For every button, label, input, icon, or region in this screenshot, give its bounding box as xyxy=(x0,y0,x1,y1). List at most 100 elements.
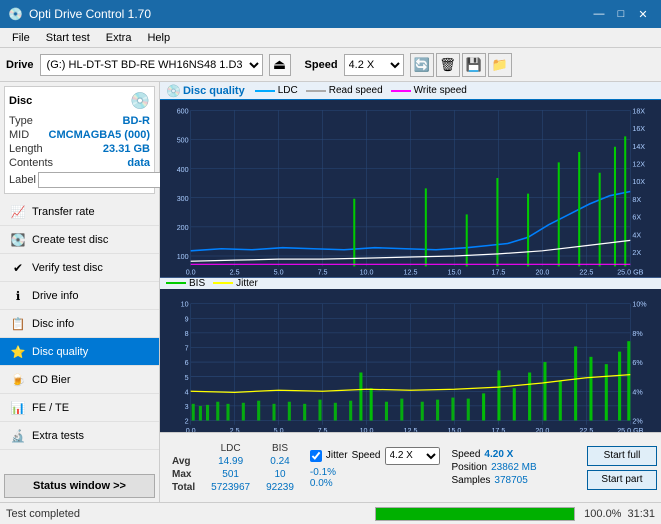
svg-text:8X: 8X xyxy=(632,195,641,204)
avg-jitter-val: -0.1% xyxy=(310,467,336,478)
sidebar-item-disc-quality[interactable]: ⭐ Disc quality xyxy=(0,338,159,366)
svg-text:0.0: 0.0 xyxy=(186,268,196,277)
stats-total-ldc: 5723967 xyxy=(203,481,258,494)
svg-text:100: 100 xyxy=(177,252,189,261)
chart-legend: LDC Read speed Write speed xyxy=(255,85,467,96)
svg-text:2X: 2X xyxy=(632,248,641,257)
menu-start-test[interactable]: Start test xyxy=(38,28,98,48)
legend-read-speed-label: Read speed xyxy=(329,85,383,96)
svg-text:6: 6 xyxy=(185,358,189,367)
legend-write-speed-label: Write speed xyxy=(414,85,467,96)
sidebar-item-fe-te[interactable]: 📊 FE / TE xyxy=(0,394,159,422)
svg-text:17.5: 17.5 xyxy=(491,268,505,277)
legend-ldc-label: LDC xyxy=(278,85,298,96)
speed-dropdown[interactable]: 4.2 X xyxy=(385,447,440,465)
svg-text:20.0: 20.0 xyxy=(535,268,549,277)
svg-text:10X: 10X xyxy=(632,177,645,186)
svg-text:0.0: 0.0 xyxy=(186,426,196,432)
close-button[interactable]: ✕ xyxy=(633,5,653,23)
refresh-icon[interactable]: 🔄 xyxy=(410,53,434,77)
extra-tests-label: Extra tests xyxy=(32,430,84,442)
legend-bis-label: BIS xyxy=(189,278,205,289)
svg-text:22.5: 22.5 xyxy=(579,268,593,277)
maximize-button[interactable]: □ xyxy=(611,5,631,23)
jitter-checkbox[interactable] xyxy=(310,450,322,462)
sidebar: Disc 💿 Type BD-R MID CMCMAGBA5 (000) Len… xyxy=(0,82,160,502)
disc-info-icon: 📋 xyxy=(10,317,26,331)
speed-stat-label: Speed xyxy=(452,449,481,460)
svg-text:10: 10 xyxy=(181,299,189,308)
svg-text:2: 2 xyxy=(185,416,189,425)
samples-val: 378705 xyxy=(494,475,527,486)
stats-avg-bis: 0.24 xyxy=(258,455,302,468)
stats-max-bis: 10 xyxy=(258,468,302,481)
svg-text:500: 500 xyxy=(177,136,189,145)
legend-write-speed-color xyxy=(391,90,411,92)
bottom-chart-header: BIS Jitter xyxy=(160,278,661,289)
svg-text:300: 300 xyxy=(177,194,189,203)
app-title: Opti Drive Control 1.70 xyxy=(29,7,151,21)
drive-info-label: Drive info xyxy=(32,290,78,302)
svg-text:2.5: 2.5 xyxy=(230,426,240,432)
cd-bier-label: CD Bier xyxy=(32,374,71,386)
chart-header: 💿 Disc quality LDC Read speed Write spee… xyxy=(160,82,661,100)
svg-text:16X: 16X xyxy=(632,124,645,133)
toolbar-icons: 🔄 🗑 💾 📁 xyxy=(410,53,512,77)
start-full-button[interactable]: Start full xyxy=(587,446,657,466)
titlebar-controls: — □ ✕ xyxy=(589,5,653,23)
bottom-chart-svg: 10 9 8 7 6 5 4 3 2 10% 8% 6% 4% 2% xyxy=(160,289,661,432)
action-buttons: Start full Start part xyxy=(587,446,657,490)
disc-quality-label: Disc quality xyxy=(32,346,88,358)
menu-help[interactable]: Help xyxy=(139,28,178,48)
disc-contents-row: Contents data xyxy=(9,157,150,169)
sidebar-item-disc-info[interactable]: 📋 Disc info xyxy=(0,310,159,338)
disc-label-key: Label xyxy=(9,174,36,186)
disc-info-label: Disc info xyxy=(32,318,74,330)
legend-ldc-color xyxy=(255,90,275,92)
eject-icon[interactable]: ⏏ xyxy=(269,54,291,76)
start-part-button[interactable]: Start part xyxy=(587,470,657,490)
svg-text:5.0: 5.0 xyxy=(274,426,284,432)
menubar: File Start test Extra Help xyxy=(0,28,661,48)
disc-label-input[interactable] xyxy=(38,172,176,188)
legend-bis-color xyxy=(166,282,186,284)
stats-max-row: Max 501 10 xyxy=(164,468,302,481)
speed-label-stat: Speed xyxy=(352,450,381,461)
speed-select[interactable]: 4.2 X xyxy=(344,54,404,76)
sidebar-item-drive-info[interactable]: ℹ Drive info xyxy=(0,282,159,310)
menu-extra[interactable]: Extra xyxy=(98,28,140,48)
erase-icon[interactable]: 🗑 xyxy=(436,53,460,77)
sidebar-item-extra-tests[interactable]: 🔬 Extra tests xyxy=(0,422,159,450)
stats-header-row: LDC BIS xyxy=(164,442,302,455)
legend-read-speed-color xyxy=(306,90,326,92)
fe-te-label: FE / TE xyxy=(32,402,69,414)
chart-icon: 💿 xyxy=(166,84,181,98)
samples-row: Samples 378705 xyxy=(452,475,537,486)
charts-svg-area: 600 500 400 300 200 100 18X 16X 14X 12X … xyxy=(160,100,661,432)
sidebar-item-cd-bier[interactable]: 🍺 CD Bier xyxy=(0,366,159,394)
stats-max-jitter-row: 0.0% xyxy=(310,478,440,489)
status-window-button[interactable]: Status window >> xyxy=(4,474,155,498)
sidebar-item-transfer-rate[interactable]: 📈 Transfer rate xyxy=(0,198,159,226)
write-icon[interactable]: 💾 xyxy=(462,53,486,77)
content-area: 💿 Disc quality LDC Read speed Write spee… xyxy=(160,82,661,502)
stats-avg-row: Avg 14.99 0.24 xyxy=(164,455,302,468)
minimize-button[interactable]: — xyxy=(589,5,609,23)
svg-text:6%: 6% xyxy=(632,358,643,367)
save-icon[interactable]: 📁 xyxy=(488,53,512,77)
fe-te-icon: 📊 xyxy=(10,401,26,415)
stats-empty-header xyxy=(164,442,203,455)
menu-file[interactable]: File xyxy=(4,28,38,48)
sidebar-item-verify-test-disc[interactable]: ✔ Verify test disc xyxy=(0,254,159,282)
transfer-rate-label: Transfer rate xyxy=(32,206,95,218)
svg-text:400: 400 xyxy=(177,165,189,174)
drive-select[interactable]: (G:) HL-DT-ST BD-RE WH16NS48 1.D3 xyxy=(40,54,263,76)
stats-max-label: Max xyxy=(164,468,203,481)
svg-text:18X: 18X xyxy=(632,106,645,115)
svg-text:7.5: 7.5 xyxy=(318,268,328,277)
disc-panel-icon[interactable]: 💿 xyxy=(130,91,150,111)
sidebar-item-create-test-disc[interactable]: 💽 Create test disc xyxy=(0,226,159,254)
max-jitter-val: 0.0% xyxy=(310,478,333,489)
create-test-disc-icon: 💽 xyxy=(10,233,26,247)
drive-label: Drive xyxy=(6,59,34,71)
